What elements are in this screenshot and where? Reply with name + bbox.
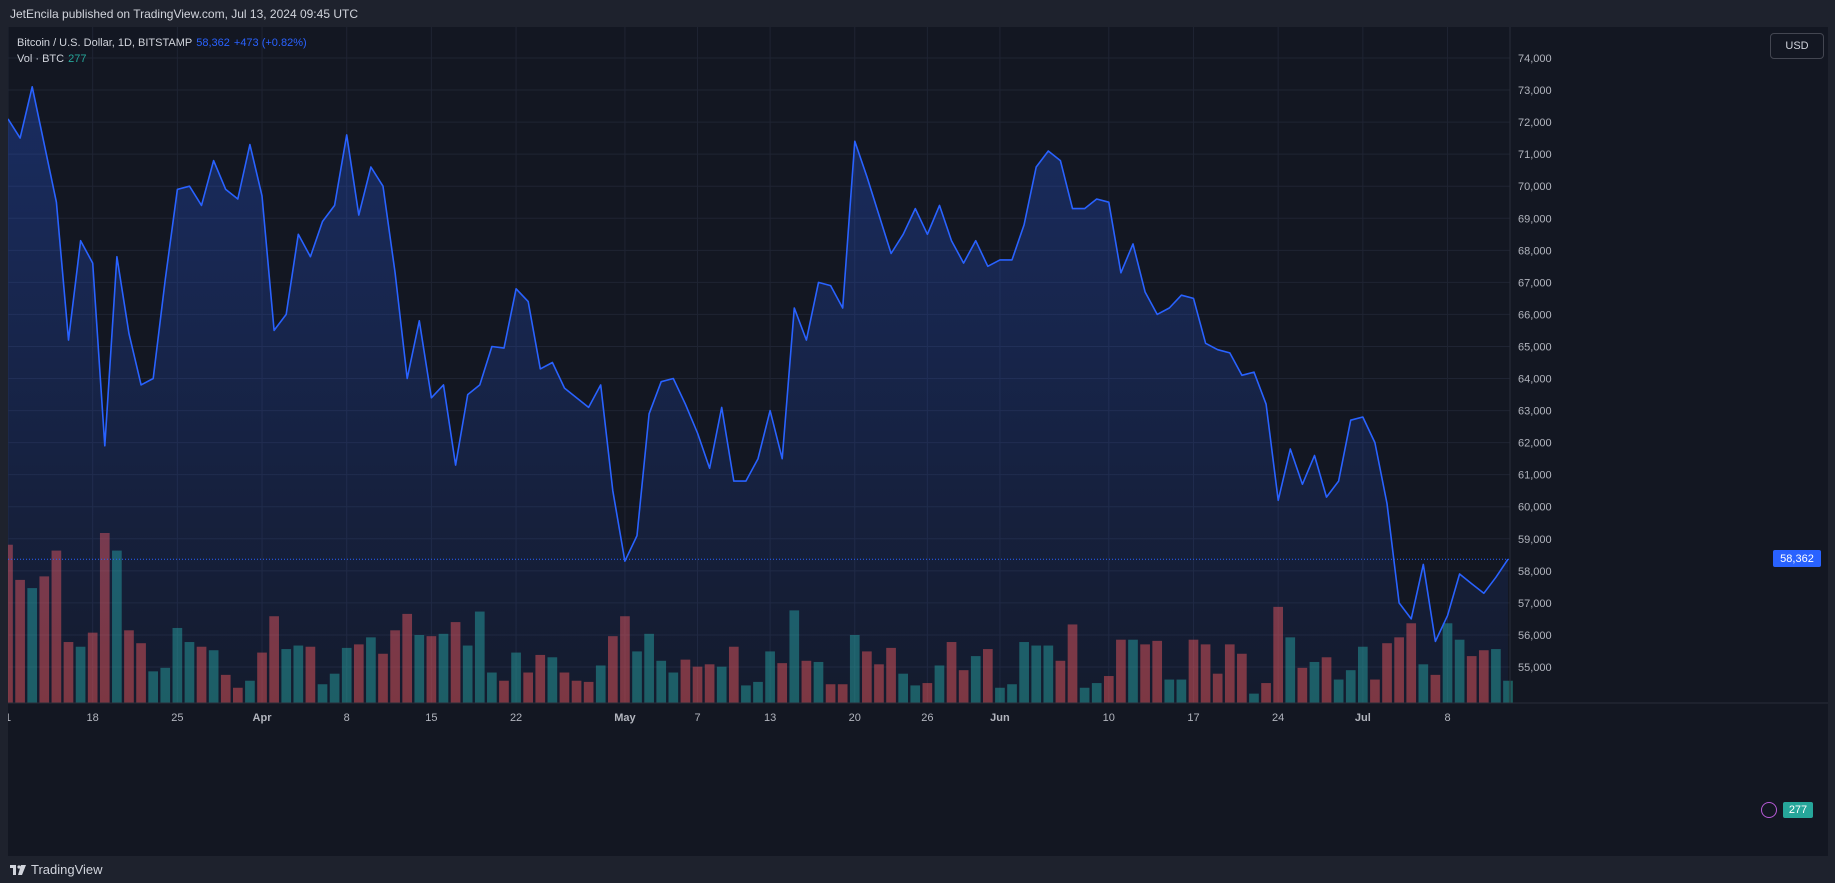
y-tick-label: 67,000: [1518, 277, 1552, 289]
legend-price: 58,362: [196, 37, 230, 49]
y-axis[interactable]: 74,000 73,000 72,000 71,000 70,000 69,000 68,0…: [1509, 27, 1552, 703]
x-tick-label: 24: [1272, 712, 1284, 724]
x-tick-label: 18: [87, 712, 99, 724]
x-axis[interactable]: 1 18 25 Apr 8 15 22 May 7 13 20 26 Jun 10 17 24 Jul 8: [8, 702, 1828, 724]
x-tick-label: 13: [764, 712, 776, 724]
x-tick-label: 8: [344, 712, 350, 724]
price-area: [8, 86, 1510, 704]
y-tick-label: 72,000: [1518, 117, 1552, 129]
legend-volume-row: Vol · BTC 277: [17, 51, 307, 67]
x-tick-label: 25: [171, 712, 183, 724]
x-tick-label: 1: [8, 712, 11, 724]
legend-main-row: Bitcoin / U.S. Dollar, 1D, BITSTAMP 58,36…: [17, 35, 307, 51]
x-tick-label: Apr: [253, 712, 273, 724]
chart-legend: Bitcoin / U.S. Dollar, 1D, BITSTAMP 58,36…: [17, 35, 307, 67]
x-tick-label: 22: [510, 712, 522, 724]
y-tick-label: 58,000: [1518, 566, 1552, 578]
x-tick-label: 20: [849, 712, 861, 724]
y-tick-label: 60,000: [1518, 502, 1552, 514]
legend-symbol[interactable]: Bitcoin / U.S. Dollar, 1D, BITSTAMP: [17, 37, 192, 49]
price-area-fill: [8, 86, 1508, 704]
y-tick-label: 61,000: [1518, 470, 1552, 482]
x-tick-label: 7: [694, 712, 700, 724]
price-chart[interactable]: 74,000 73,000 72,000 71,000 70,000 69,000 68,0…: [8, 27, 1828, 861]
y-tick-label: 65,000: [1518, 341, 1552, 353]
top-bar: JetEncila published on TradingView.com, …: [0, 0, 1835, 27]
tradingview-logo[interactable]: TradingView: [10, 862, 103, 877]
tradingview-logo-icon: [10, 864, 26, 875]
x-tick-label: 10: [1103, 712, 1115, 724]
publisher-info: JetEncila published on TradingView.com, …: [10, 7, 358, 21]
legend-change: +473 (+0.82%): [233, 37, 307, 49]
y-tick-label: 63,000: [1518, 406, 1552, 418]
y-tick-label: 74,000: [1518, 53, 1552, 65]
y-tick-label: 55,000: [1518, 662, 1552, 674]
y-tick-label: 68,000: [1518, 245, 1552, 257]
brand-name: TradingView: [31, 862, 103, 877]
last-price-label: 58,362: [1773, 550, 1821, 568]
x-tick-label: Jun: [990, 712, 1010, 724]
y-tick-label: 73,000: [1518, 85, 1552, 97]
bottom-bar: TradingView: [0, 856, 1835, 883]
x-tick-label: 26: [921, 712, 933, 724]
x-tick-label: 8: [1444, 712, 1450, 724]
x-tick-label: Jul: [1355, 712, 1371, 724]
y-tick-label: 71,000: [1518, 149, 1552, 161]
y-tick-label: 59,000: [1518, 534, 1552, 546]
last-volume-label: 277: [1783, 802, 1813, 818]
y-tick-label: 69,000: [1518, 213, 1552, 225]
legend-volume-label[interactable]: Vol · BTC: [17, 53, 64, 65]
currency-button[interactable]: USD: [1770, 33, 1824, 59]
x-tick-label: 15: [425, 712, 437, 724]
indicator-icon[interactable]: [1761, 802, 1777, 818]
y-tick-label: 66,000: [1518, 309, 1552, 321]
x-tick-label: 17: [1187, 712, 1199, 724]
y-tick-label: 62,000: [1518, 438, 1552, 450]
legend-volume-value: 277: [68, 53, 87, 65]
y-tick-label: 70,000: [1518, 181, 1552, 193]
y-tick-label: 56,000: [1518, 630, 1552, 642]
y-tick-label: 64,000: [1518, 374, 1552, 386]
x-tick-label: May: [614, 712, 636, 724]
y-tick-label: 57,000: [1518, 598, 1552, 610]
